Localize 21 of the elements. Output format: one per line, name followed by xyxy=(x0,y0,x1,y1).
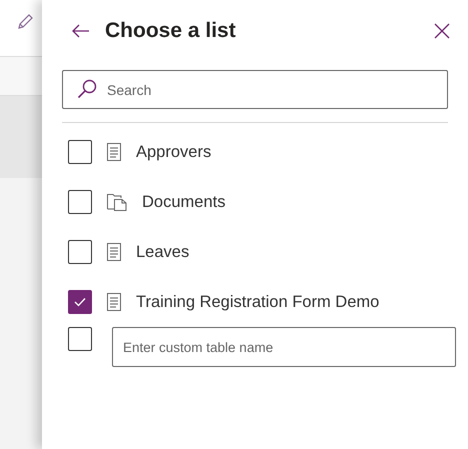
list-name: Leaves xyxy=(136,242,190,262)
list-icon xyxy=(106,292,122,312)
panel-title: Choose a list xyxy=(105,19,236,43)
close-icon[interactable] xyxy=(434,23,450,39)
checkbox[interactable] xyxy=(68,140,92,164)
list-name: Training Registration Form Demo xyxy=(136,292,380,312)
list-icon xyxy=(106,242,122,262)
checkbox[interactable] xyxy=(68,190,92,214)
folder-document-icon xyxy=(106,192,128,212)
checkbox[interactable] xyxy=(68,327,92,351)
custom-table-field[interactable]: Enter custom table name xyxy=(112,327,456,367)
checkbox[interactable] xyxy=(68,290,92,314)
list-name: Documents xyxy=(142,192,226,212)
list-name: Approvers xyxy=(136,142,212,162)
search-icon xyxy=(77,79,97,99)
pencil-icon[interactable] xyxy=(16,13,34,31)
back-arrow-icon[interactable] xyxy=(72,24,90,38)
checkmark-icon xyxy=(74,297,86,307)
list-icon xyxy=(106,142,122,162)
checkbox[interactable] xyxy=(68,240,92,264)
search-field[interactable]: Search xyxy=(62,70,448,109)
